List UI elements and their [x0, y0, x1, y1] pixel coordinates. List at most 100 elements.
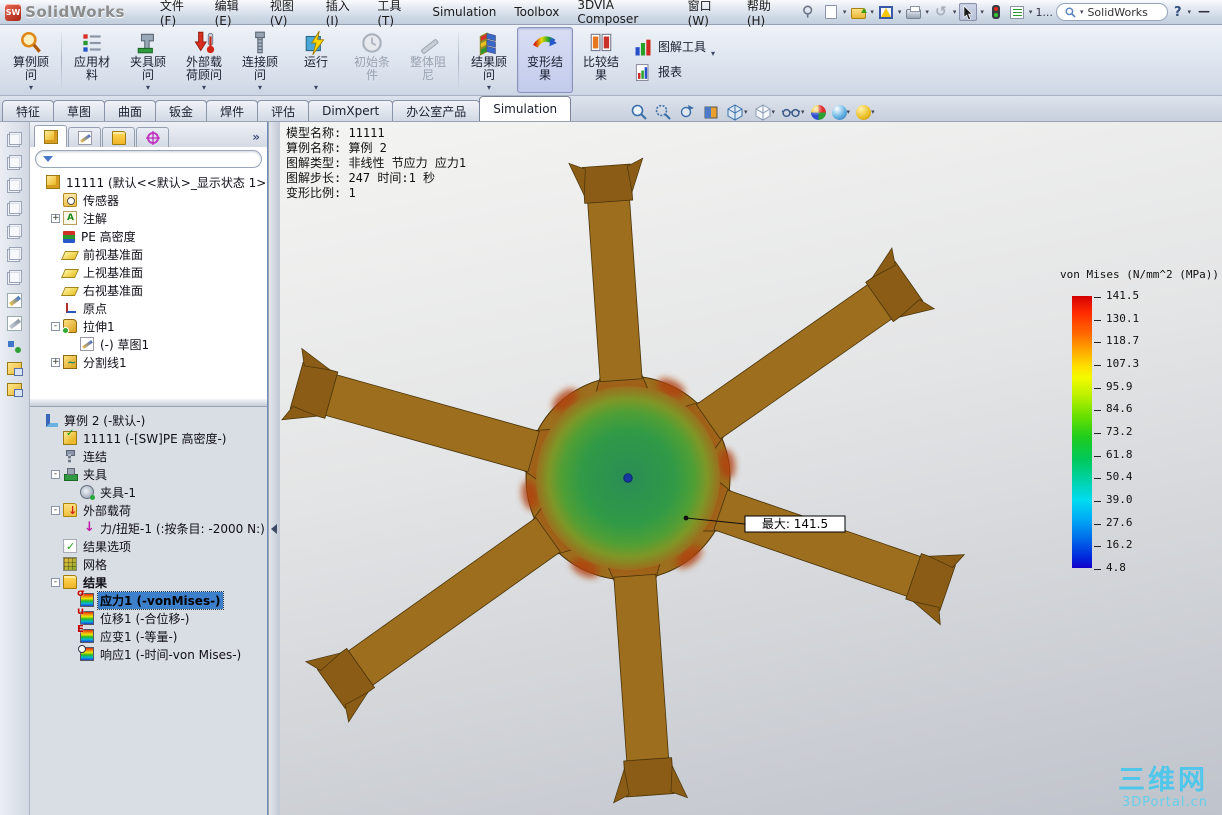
tab-evaluate[interactable]: 评估 — [257, 100, 310, 121]
view-orientation-dropdown[interactable]: ▾ — [744, 108, 748, 116]
tree-item-external-loads[interactable]: - 外部载荷 — [30, 501, 267, 519]
wire-cube-icon[interactable] — [7, 247, 22, 262]
search-input[interactable]: SolidWorks — [1087, 6, 1147, 19]
tree-item-origin[interactable]: 原点 — [30, 299, 267, 317]
pencil-sketch-icon[interactable] — [7, 293, 22, 308]
wire-cube-icon[interactable] — [7, 178, 22, 193]
expand-toggle[interactable]: + — [51, 357, 60, 367]
tree-item-force-torque[interactable]: 力/扭矩-1 (:按条目: -2000 N:) — [30, 519, 267, 537]
rebuild-traffic-light-icon[interactable] — [987, 3, 1005, 21]
section-view-icon[interactable] — [700, 102, 722, 122]
zoom-to-fit-icon[interactable] — [628, 102, 650, 122]
tab-sketch[interactable]: 草图 — [53, 100, 106, 121]
menu-file[interactable]: 文件(F) — [151, 0, 206, 28]
compare-results-button[interactable]: 比较结果 — [573, 27, 629, 93]
tree-item-material[interactable]: PE 高密度 — [30, 227, 267, 245]
pin-menu-icon[interactable] — [802, 5, 813, 19]
yellow-window-icon[interactable] — [7, 362, 23, 376]
undo-icon[interactable]: ↺ — [932, 3, 950, 21]
tab-features[interactable]: 特征 — [2, 100, 55, 121]
plot-tools-button[interactable]: 图解工具 ▾ — [633, 38, 715, 58]
zoom-in-out-icon[interactable] — [676, 102, 698, 122]
new-document-icon[interactable] — [822, 3, 840, 21]
new-document-dropdown[interactable]: ▾ — [843, 8, 847, 16]
tab-simulation[interactable]: Simulation — [479, 96, 572, 121]
route-nodes-icon[interactable] — [7, 339, 22, 354]
print-dropdown[interactable]: ▾ — [925, 8, 929, 16]
tab-dimxpert[interactable]: DimXpert — [308, 100, 394, 121]
save-dropdown[interactable]: ▾ — [898, 8, 902, 16]
deformed-result-button[interactable]: 变形结果 — [517, 27, 573, 93]
tree-item-top-plane[interactable]: 上视基准面 — [30, 263, 267, 281]
help-dropdown[interactable]: ▾ — [1187, 8, 1191, 16]
expand-toggle[interactable]: + — [51, 213, 60, 223]
apply-material-button[interactable]: 应用材料 — [64, 27, 120, 93]
view-settings-dropdown[interactable]: ▾ — [871, 108, 875, 116]
wire-cube-icon[interactable] — [7, 270, 22, 285]
featuremanager-tab[interactable] — [34, 125, 67, 147]
select-dropdown[interactable]: ▾ — [980, 8, 984, 16]
wire-cube-icon[interactable] — [7, 132, 22, 147]
run-dropdown[interactable]: ▾ — [314, 83, 318, 92]
edit-appearance-icon[interactable] — [809, 104, 828, 121]
report-button[interactable]: 报表 — [633, 63, 715, 83]
connections-advisor-button[interactable]: 连接顾问 ▾ — [232, 27, 288, 93]
tree-item-annotations[interactable]: + 注解 — [30, 209, 267, 227]
collapse-panel-arrow-icon[interactable] — [271, 524, 277, 534]
tree-item-sim-part[interactable]: 11111 (-[SW]PE 高密度-) — [30, 429, 267, 447]
menu-window[interactable]: 窗口(W) — [679, 0, 738, 28]
yellow-window-icon[interactable] — [7, 383, 23, 397]
view-orientation-icon[interactable]: ▾ — [724, 102, 750, 122]
view-settings-icon[interactable]: ▾ — [854, 104, 877, 121]
select-cursor-icon[interactable] — [959, 3, 978, 21]
panel-overflow-chevron-icon[interactable]: » — [252, 130, 263, 147]
tree-item-connections[interactable]: 连结 — [30, 447, 267, 465]
tree-item-sketch1[interactable]: (-) 草图1 — [30, 335, 267, 353]
hide-show-items-icon[interactable]: ▾ — [779, 102, 807, 122]
tree-item-mesh[interactable]: 网格 — [30, 555, 267, 573]
display-style-icon[interactable]: ▾ — [752, 102, 778, 122]
tree-item-results-folder[interactable]: - 结果 — [30, 573, 267, 591]
configurationmanager-tab[interactable] — [102, 127, 135, 147]
external-loads-advisor-button[interactable]: 外部载荷顾问 ▾ — [176, 27, 232, 93]
apply-scene-dropdown[interactable]: ▾ — [847, 108, 851, 116]
help-icon[interactable]: ? — [1171, 5, 1185, 20]
open-document-icon[interactable] — [849, 3, 867, 21]
wire-cube-icon[interactable] — [7, 155, 22, 170]
plot-tools-dropdown[interactable]: ▾ — [711, 49, 715, 58]
tab-office-products[interactable]: 办公室产品 — [392, 100, 481, 121]
graphics-viewport[interactable]: 最大: 141.5 模型名称: 11111 算例名称: 算例 2 图解类型: 非… — [280, 122, 1222, 815]
tab-sheet-metal[interactable]: 钣金 — [155, 100, 208, 121]
tree-item-strain-plot[interactable]: 应变1 (-等量-) — [30, 625, 267, 645]
study-advisor-dropdown[interactable]: ▾ — [29, 83, 33, 92]
tree-item-study[interactable]: 算例 2 (-默认-) — [30, 411, 267, 429]
open-document-dropdown[interactable]: ▾ — [870, 8, 874, 16]
panel-viewport-splitter[interactable] — [268, 122, 280, 815]
menu-edit[interactable]: 编辑(E) — [206, 0, 261, 28]
expand-toggle[interactable]: - — [51, 469, 60, 479]
tree-item-stress-plot[interactable]: 应力1 (-vonMises-) — [30, 589, 267, 610]
apply-scene-icon[interactable]: ▾ — [830, 104, 853, 121]
tab-weldments[interactable]: 焊件 — [206, 100, 259, 121]
menu-simulation[interactable]: Simulation — [423, 0, 505, 24]
tab-surfaces[interactable]: 曲面 — [104, 100, 157, 121]
menu-help[interactable]: 帮助(H) — [738, 0, 795, 28]
tree-item-displacement-plot[interactable]: 位移1 (-合位移-) — [30, 607, 267, 627]
tree-item-part-root[interactable]: 11111 (默认<<默认>_显示状态 1>) — [30, 173, 267, 191]
fixtures-advisor-button[interactable]: 夹具顾问 ▾ — [120, 27, 176, 93]
menu-toolbox[interactable]: Toolbox — [505, 0, 568, 24]
menu-tools[interactable]: 工具(T) — [368, 0, 423, 28]
expand-toggle[interactable]: - — [51, 577, 60, 587]
tree-item-front-plane[interactable]: 前视基准面 — [30, 245, 267, 263]
tree-item-result-options[interactable]: 结果选项 — [30, 537, 267, 555]
wire-cube-icon[interactable] — [7, 224, 22, 239]
tree-splitter[interactable] — [30, 398, 267, 407]
options-list-icon[interactable] — [1008, 3, 1026, 21]
tree-item-fixtures[interactable]: - 夹具 — [30, 465, 267, 483]
results-advisor-button[interactable]: 结果顾问 ▾ — [461, 27, 517, 93]
save-icon[interactable] — [877, 3, 895, 21]
run-button[interactable]: 运行 ▾ — [288, 27, 344, 93]
external-loads-dropdown[interactable]: ▾ — [202, 83, 206, 92]
display-style-dropdown[interactable]: ▾ — [772, 108, 776, 116]
tree-item-response-plot[interactable]: 响应1 (-时间-von Mises-) — [30, 645, 267, 663]
